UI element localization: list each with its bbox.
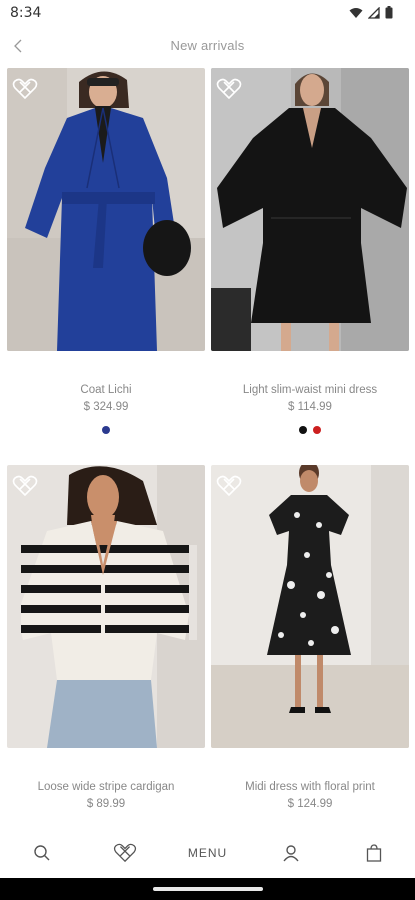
color-swatch-black[interactable] <box>299 426 307 434</box>
nav-favorites-button[interactable] <box>95 833 155 873</box>
signal-icon <box>367 6 380 24</box>
color-swatches <box>211 426 409 434</box>
wifi-icon <box>349 6 363 24</box>
nav-menu-button[interactable]: MENU <box>178 833 238 873</box>
stripe-cardigan-photo <box>7 465 205 748</box>
product-price: $ 89.99 <box>86 798 126 810</box>
header: New arrivals <box>0 30 415 64</box>
heart-icon <box>113 843 136 863</box>
product-name[interactable]: Coat Lichi <box>7 384 205 396</box>
product-image[interactable] <box>211 465 409 748</box>
product-price: $ 324.99 <box>83 401 129 413</box>
product-image[interactable] <box>7 68 205 351</box>
blue-coat-photo <box>7 68 205 351</box>
shopping-bag-icon <box>366 844 381 862</box>
favorite-heart-icon[interactable] <box>12 475 38 497</box>
color-swatch-red[interactable] <box>313 426 321 434</box>
page-title: New arrivals <box>170 38 245 53</box>
color-swatches <box>7 426 205 434</box>
nav-account-button[interactable] <box>261 833 321 873</box>
nav-cart-button[interactable] <box>344 833 404 873</box>
nav-search-button[interactable] <box>12 833 72 873</box>
favorite-heart-icon[interactable] <box>216 78 242 100</box>
search-icon <box>33 845 49 861</box>
product-name[interactable]: Midi dress with floral print <box>211 781 409 793</box>
battery-icon <box>385 6 393 24</box>
color-swatch-blue[interactable] <box>102 426 110 434</box>
home-indicator[interactable] <box>153 887 263 891</box>
status-time: 8:34 <box>10 5 42 21</box>
status-icons <box>349 6 393 24</box>
favorite-heart-icon[interactable] <box>216 475 242 497</box>
product-name[interactable]: Light slim-waist mini dress <box>211 384 409 396</box>
gesture-bar <box>0 878 415 900</box>
user-icon <box>282 845 299 862</box>
floral-dress-photo <box>211 465 409 748</box>
product-price: $ 124.99 <box>287 798 333 810</box>
bottom-nav: MENU <box>0 828 415 878</box>
status-bar: 8:34 <box>0 0 415 26</box>
product-name[interactable]: Loose wide stripe cardigan <box>7 781 205 793</box>
black-dress-photo <box>211 68 409 351</box>
favorite-heart-icon[interactable] <box>12 78 38 100</box>
product-image[interactable] <box>7 465 205 748</box>
product-image[interactable] <box>211 68 409 351</box>
product-price: $ 114.99 <box>288 401 332 413</box>
